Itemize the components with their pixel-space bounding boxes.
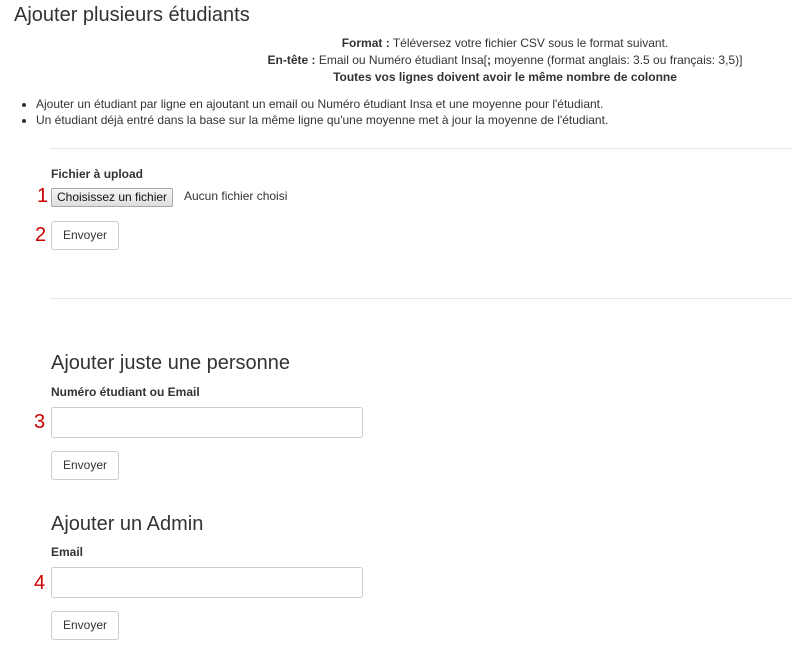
column-rule: Toutes vos lignes doivent avoir le même … [0, 70, 792, 84]
header-text-1: Email ou Numéro étudiant Insa[ [315, 53, 487, 67]
upload-label: Fichier à upload [51, 167, 144, 181]
annotation-marker-2: 2 [35, 224, 47, 246]
admin-email-label: Email [51, 545, 84, 559]
format-label: Format : [341, 36, 390, 50]
no-file-text: Aucun fichier choisi [184, 189, 288, 203]
page-title: Ajouter plusieurs étudiants [14, 4, 250, 26]
format-line: Format : Téléversez votre fichier CSV so… [0, 36, 792, 50]
single-label: Numéro étudiant ou Email [51, 385, 200, 399]
header-line: En-tête : Email ou Numéro étudiant Insa[… [0, 53, 792, 67]
instructions-list: Ajouter un étudiant par ligne en ajoutan… [20, 96, 608, 128]
column-rule-text: Toutes vos lignes doivent avoir le même … [333, 70, 677, 84]
header-text-2: moyenne (format anglais: 3.5 ou français… [490, 53, 743, 67]
upload-submit-button[interactable]: Envoyer [51, 221, 119, 250]
divider [50, 148, 792, 149]
choose-file-button[interactable]: Choisissez un fichier [51, 188, 174, 207]
divider [50, 298, 792, 299]
annotation-marker-4: 4 [34, 572, 46, 594]
single-heading: Ajouter juste une personne [51, 352, 291, 374]
annotation-marker-3: 3 [34, 411, 46, 433]
student-id-or-email-input[interactable] [51, 407, 363, 438]
header-label: En-tête : [267, 53, 316, 67]
admin-heading: Ajouter un Admin [51, 513, 204, 535]
list-item: Ajouter un étudiant par ligne en ajoutan… [36, 96, 608, 112]
list-item: Un étudiant déjà entré dans la base sur … [36, 112, 608, 128]
admin-submit-button[interactable]: Envoyer [51, 611, 119, 640]
single-submit-button[interactable]: Envoyer [51, 451, 119, 480]
annotation-marker-1: 1 [37, 185, 49, 207]
admin-email-input[interactable] [51, 567, 363, 598]
format-text: Téléversez votre fichier CSV sous le for… [389, 36, 669, 50]
